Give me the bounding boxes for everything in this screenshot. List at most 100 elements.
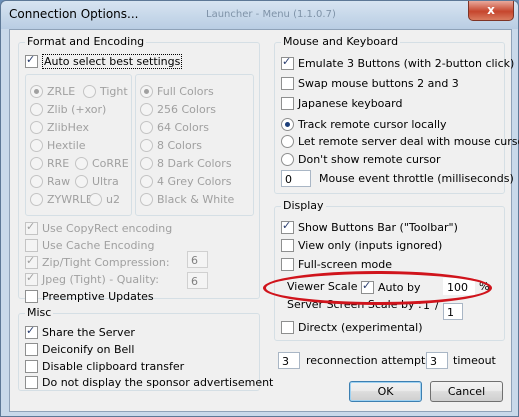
radio-dot xyxy=(75,156,88,170)
radio-hide-remote-cursor[interactable]: Don't show remote cursor xyxy=(281,151,441,167)
copyrect-checkbox[interactable]: Use CopyRect encoding xyxy=(25,220,172,236)
directx-checkbox[interactable]: Directx (experimental) xyxy=(281,319,423,335)
checkbox-label: Zip/Tight Compression: xyxy=(42,255,170,269)
checkbox-box xyxy=(25,375,38,389)
radio-label: 64 Colors xyxy=(157,120,209,134)
disable-clipboard-checkbox[interactable]: Disable clipboard transfer xyxy=(25,358,184,374)
radio-dot xyxy=(140,84,153,98)
reconnect-timeout-input[interactable]: 3 xyxy=(426,352,448,369)
radio-label: CoRRE xyxy=(92,156,129,170)
radio-label: ZlibHex xyxy=(47,120,89,134)
radio-dot xyxy=(30,156,43,170)
radio-zywrle[interactable]: ZYWRLE xyxy=(30,191,93,207)
radio-zrle[interactable]: ZRLE xyxy=(30,83,75,99)
checkbox-label: Deiconify on Bell xyxy=(42,342,135,356)
radio-4-grey-colors[interactable]: 4 Grey Colors xyxy=(140,173,232,189)
checkbox-label: Japanese keyboard xyxy=(298,96,403,110)
radio-raw[interactable]: Raw xyxy=(30,173,70,189)
radio-label: 4 Grey Colors xyxy=(157,174,232,188)
radio-zlibhex[interactable]: ZlibHex xyxy=(30,119,89,135)
cancel-button[interactable]: Cancel xyxy=(430,381,503,402)
checkbox-box xyxy=(281,96,294,110)
zip-compression-checkbox[interactable]: Zip/Tight Compression: xyxy=(25,254,170,270)
radio-64-colors[interactable]: 64 Colors xyxy=(140,119,209,135)
checkbox-label: Full-screen mode xyxy=(298,257,393,271)
radio-dot xyxy=(281,134,294,148)
radio-zlib[interactable]: Zlib (+xor) xyxy=(30,101,106,117)
radio-black-white[interactable]: Black & White xyxy=(140,191,234,207)
radio-dot xyxy=(140,174,153,188)
checkbox-box xyxy=(25,53,38,68)
radio-label: Hextile xyxy=(47,138,86,152)
checkbox-label: Do not display the sponsor advertisement xyxy=(42,375,274,389)
ok-button[interactable]: OK xyxy=(349,381,422,402)
radio-label: 8 Colors xyxy=(157,138,202,152)
checkbox-box xyxy=(25,254,38,269)
checkbox-box xyxy=(281,55,294,70)
deiconify-bell-checkbox[interactable]: Deiconify on Bell xyxy=(25,341,134,357)
mouse-keyboard-group: Mouse and Keyboard Emulate 3 Buttons (wi… xyxy=(274,35,519,194)
radio-u2[interactable]: u2 xyxy=(89,191,120,207)
checkbox-box xyxy=(25,342,38,356)
radio-dot xyxy=(140,192,153,206)
reconnect-attempts-label: reconnection attempts xyxy=(306,354,432,367)
share-server-checkbox[interactable]: Share the Server xyxy=(25,324,135,340)
jpeg-quality-input[interactable]: 6 xyxy=(187,272,208,289)
checkbox-label: View only (inputs ignored) xyxy=(298,238,443,252)
radio-track-cursor-locally[interactable]: Track remote cursor locally xyxy=(281,116,447,132)
radio-rre[interactable]: RRE xyxy=(30,155,69,171)
radio-label: RRE xyxy=(47,156,70,170)
preemptive-updates-checkbox[interactable]: Preemptive Updates xyxy=(25,288,154,304)
format-encoding-group: Format and Encoding Auto select best set… xyxy=(18,35,260,303)
swap-buttons-checkbox[interactable]: Swap mouse buttons 2 and 3 xyxy=(281,75,459,91)
checkbox-box xyxy=(281,257,294,271)
red-highlight-ellipse xyxy=(263,271,492,305)
auto-select-checkbox[interactable]: Auto select best settings xyxy=(25,53,183,69)
zip-compression-input[interactable]: 6 xyxy=(187,251,208,268)
radio-label: u2 xyxy=(106,192,120,206)
checkbox-label: Directx (experimental) xyxy=(298,320,423,334)
server-scale-input[interactable]: 1 xyxy=(443,303,463,320)
checkbox-label: Swap mouse buttons 2 and 3 xyxy=(298,76,459,90)
cache-encoding-checkbox[interactable]: Use Cache Encoding xyxy=(25,237,154,253)
radio-256-colors[interactable]: 256 Colors xyxy=(140,101,216,117)
radio-dot xyxy=(140,156,153,170)
radio-8-dark-colors[interactable]: 8 Dark Colors xyxy=(140,155,232,171)
timeout-label: timeout xyxy=(453,354,496,367)
radio-hextile[interactable]: Hextile xyxy=(30,137,86,153)
jpeg-quality-checkbox[interactable]: Jpeg (Tight) - Quality: xyxy=(25,271,159,287)
checkbox-label: Emulate 3 Buttons (with 2-button click) xyxy=(298,56,515,70)
mouse-throttle-label: Mouse event throttle (milliseconds) xyxy=(319,172,514,185)
title-bar[interactable]: Connection Options... Launcher - Menu (1… xyxy=(1,1,518,29)
format-encoding-title: Format and Encoding xyxy=(25,35,147,48)
fullscreen-checkbox[interactable]: Full-screen mode xyxy=(281,256,392,272)
radio-ultra[interactable]: Ultra xyxy=(75,173,119,189)
no-sponsor-checkbox[interactable]: Do not display the sponsor advertisement xyxy=(25,374,273,390)
radio-dot xyxy=(140,102,153,116)
radio-tight[interactable]: Tight xyxy=(83,83,128,99)
radio-dot xyxy=(30,174,43,188)
checkbox-box xyxy=(25,359,38,373)
japanese-keyboard-checkbox[interactable]: Japanese keyboard xyxy=(281,95,402,111)
radio-8-colors[interactable]: 8 Colors xyxy=(140,137,202,153)
mouse-keyboard-title: Mouse and Keyboard xyxy=(281,35,401,48)
mouse-throttle-input[interactable]: 0 xyxy=(281,170,311,187)
radio-dot xyxy=(75,174,88,188)
radio-label: Zlib (+xor) xyxy=(47,102,107,116)
checkbox-box xyxy=(25,271,38,286)
checkbox-label: Use CopyRect encoding xyxy=(42,221,173,235)
misc-title: Misc xyxy=(25,306,54,319)
display-title: Display xyxy=(281,199,326,212)
radio-corre[interactable]: CoRRE xyxy=(75,155,129,171)
emulate-3-buttons-checkbox[interactable]: Emulate 3 Buttons (with 2-button click) xyxy=(281,55,514,71)
radio-full-colors[interactable]: Full Colors xyxy=(140,83,214,99)
close-button[interactable]: x xyxy=(468,1,514,21)
window-title: Connection Options... xyxy=(9,7,139,21)
radio-label: Full Colors xyxy=(157,84,214,98)
reconnect-attempts-input[interactable]: 3 xyxy=(278,352,300,369)
auto-select-label: Auto select best settings xyxy=(42,53,183,69)
radio-remote-server-cursor[interactable]: Let remote server deal with mouse cursor xyxy=(281,133,519,149)
view-only-checkbox[interactable]: View only (inputs ignored) xyxy=(281,237,442,253)
show-toolbar-checkbox[interactable]: Show Buttons Bar ("Toolbar") xyxy=(281,219,458,235)
radio-dot xyxy=(83,84,96,98)
